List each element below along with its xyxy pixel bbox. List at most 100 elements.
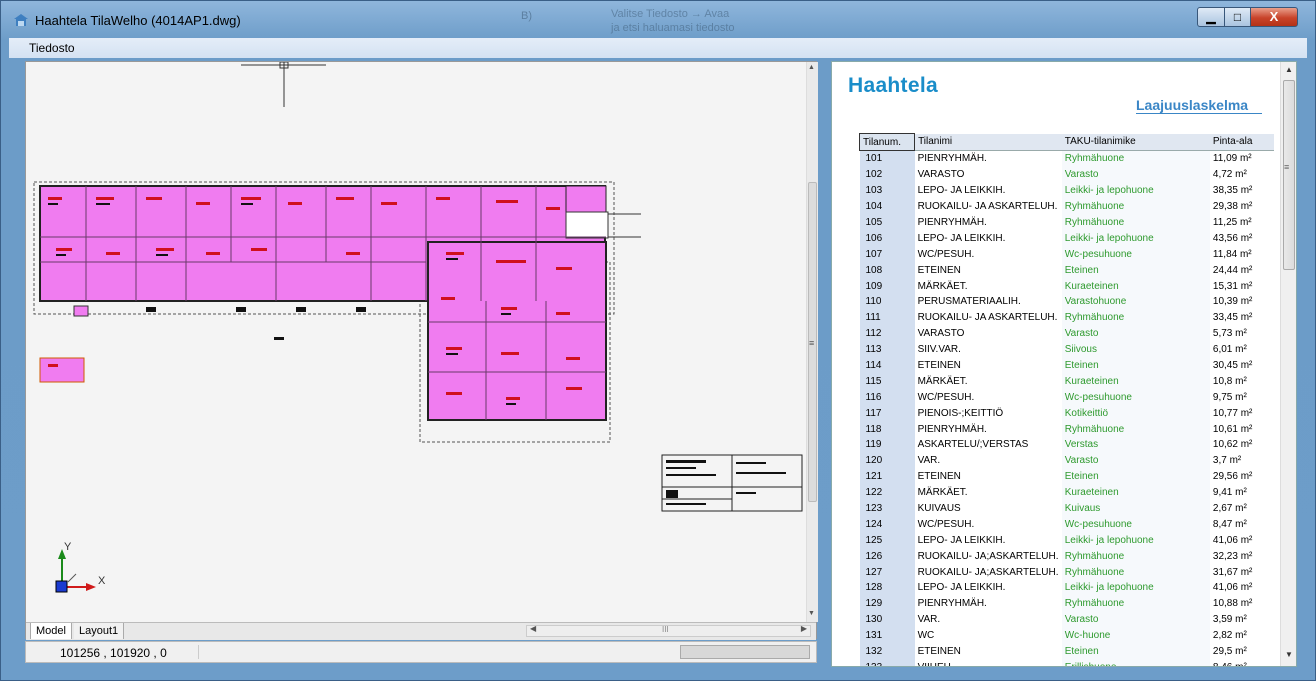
scroll-down-icon[interactable]: ▼ [808, 610, 815, 617]
table-row[interactable]: 120 VAR. Varasto 3,7 m² [859, 452, 1274, 469]
close-button[interactable]: X [1250, 7, 1298, 27]
table-row[interactable]: 132 ETEINEN Eteinen 29,5 m² [859, 643, 1274, 660]
status-divider [198, 645, 199, 659]
taku-name-cell: Leikki- ja lepohuone [1061, 580, 1210, 596]
table-row[interactable]: 124 WC/PESUH. Wc-pesuhuone 8,47 m² [859, 516, 1274, 533]
title-bar[interactable]: Haahtela TilaWelho (4014AP1.dwg) B) Vali… [1, 1, 1315, 35]
table-row[interactable]: 106 LEPO- JA LEIKKIH. Leikki- ja lepohuone… [859, 230, 1274, 247]
table-row[interactable]: 123 KUIVAUS Kuivaus 2,67 m² [859, 500, 1274, 517]
taku-name-cell: Siivous [1061, 341, 1210, 358]
crosshair-cursor [241, 62, 326, 107]
scroll-thumb[interactable] [1283, 80, 1295, 270]
tab-model[interactable]: Model [30, 623, 72, 639]
room-number-cell: 101 [859, 150, 915, 167]
table-row[interactable]: 126 RUOKAILU- JA;ASKARTELUH. Ryhmähuone 32,… [859, 548, 1274, 565]
room-name-cell: RUOKAILU- JA;ASKARTELUH. [914, 548, 1062, 565]
table-row[interactable]: 113 SIIV.VAR. Siivous 6,01 m² [859, 341, 1274, 358]
table-row[interactable]: 121 ETEINEN Eteinen 29,56 m² [859, 468, 1274, 485]
taku-name-cell: Eteinen [1061, 357, 1210, 374]
table-row[interactable]: 129 PIENRYHMÄH. Ryhmähuone 10,88 m² [859, 595, 1274, 612]
column-header-taku-name[interactable]: TAKU-tilanimike [1061, 133, 1210, 151]
room-name-cell: ETEINEN [914, 468, 1062, 485]
taku-name-cell: Eteinen [1061, 643, 1210, 660]
scroll-right-icon[interactable]: ▶ [801, 624, 807, 633]
scroll-left-icon[interactable]: ◀ [530, 624, 536, 633]
table-row[interactable]: 114 ETEINEN Eteinen 30,45 m² [859, 357, 1274, 374]
scroll-up-icon[interactable]: ▲ [808, 64, 815, 71]
table-row[interactable]: 102 VARASTO Varasto 4,72 m² [859, 166, 1274, 183]
scroll-down-icon[interactable]: ▼ [1285, 650, 1293, 659]
table-row[interactable]: 133VIIHEH.Erillishuone8,46 m² [859, 659, 1274, 666]
room-number-cell: 131 [859, 627, 915, 644]
table-row[interactable]: 104 RUOKAILU- JA ASKARTELUH. Ryhmähuone 29,… [859, 198, 1274, 215]
room-name-cell: KUIVAUS [914, 500, 1062, 517]
table-row[interactable]: 108 ETEINEN Eteinen 24,44 m² [859, 262, 1274, 279]
room-name-cell: ETEINEN [914, 262, 1062, 279]
table-row[interactable]: 122 MÄRKÄET. Kuraeteinen 9,41 m² [859, 484, 1274, 501]
table-row[interactable]: 116 WC/PESUH. Wc-pesuhuone 9,75 m² [859, 389, 1274, 406]
table-row[interactable]: 110 PERUSMATERIAALIH. Varastohuone 10,39 m² [859, 294, 1274, 310]
table-row[interactable]: 101 PIENRYHMÄH. Ryhmähuone 11,09 m² [859, 150, 1274, 167]
taku-name-cell: Kuraeteinen [1061, 373, 1210, 390]
cad-horizontal-scrollbar[interactable]: ◀ III ▶ [526, 624, 811, 637]
table-row[interactable]: 128 LEPO- JA LEIKKIH. Leikki- ja lepohuone… [859, 580, 1274, 596]
room-number-cell: 105 [859, 214, 915, 231]
tab-layout1[interactable]: Layout1 [74, 623, 125, 639]
menu-bar: Tiedosto [9, 38, 1307, 58]
table-row[interactable]: 127 RUOKAILU- JA;ASKARTELUH. Ryhmähuone 31,… [859, 564, 1274, 581]
column-header-room-name[interactable]: Tilanimi [914, 133, 1062, 151]
table-row[interactable]: 107 WC/PESUH. Wc-pesuhuone 11,84 m² [859, 246, 1274, 263]
scroll-up-icon[interactable]: ▲ [1285, 65, 1293, 74]
area-cell: 15,31 m² [1209, 278, 1274, 295]
report-scrollbar[interactable]: ▲ ≡ ▼ [1280, 62, 1296, 666]
taku-name-cell: Varasto [1061, 325, 1210, 342]
table-row[interactable]: 125 LEPO- JA LEIKKIH. Leikki- ja lepohuone… [859, 532, 1274, 549]
taku-name-cell: Ryhmähuone [1061, 548, 1210, 565]
table-row[interactable]: 131 WC Wc-huone 2,82 m² [859, 627, 1274, 644]
table-row[interactable]: 115 MÄRKÄET. Kuraeteinen 10,8 m² [859, 373, 1274, 390]
background-window-text: Valitse Tiedosto → Avaa ja etsi haluamasi… [611, 8, 735, 34]
cad-viewer[interactable]: Y X ▲ ≡ ▼ Model Layout1 ◀ III ▶ [25, 61, 818, 640]
table-row[interactable]: 118 PIENRYHMÄH. Ryhmähuone 10,61 m² [859, 421, 1274, 438]
maximize-icon: □ [1233, 10, 1242, 24]
report-panel[interactable]: Haahtela Laajuuslaskelma Tilanum. Tilani… [831, 61, 1297, 667]
taku-name-cell: Wc-huone [1061, 627, 1210, 644]
area-cell: 3,59 m² [1209, 611, 1274, 628]
area-cell: 38,35 m² [1209, 182, 1274, 199]
app-icon [14, 14, 28, 26]
room-name-cell: SIIV.VAR. [914, 341, 1062, 358]
table-row[interactable]: 130 VAR. Varasto 3,59 m² [859, 611, 1274, 628]
table-row[interactable]: 109 MÄRKÄET. Kuraeteinen 15,31 m² [859, 278, 1274, 295]
maximize-button[interactable]: □ [1224, 7, 1251, 27]
column-header-room-number[interactable]: Tilanum. [858, 133, 916, 151]
table-row[interactable]: 119 ASKARTELU/;VERSTAS Verstas 10,62 m² [859, 437, 1274, 453]
taku-name-cell: Kotikeittiö [1061, 405, 1210, 422]
menu-file[interactable]: Tiedosto [29, 41, 75, 55]
taku-name-cell: Kuraeteinen [1061, 278, 1210, 295]
room-number-cell: 127 [859, 564, 915, 581]
minimize-button[interactable]: ▁ [1197, 7, 1225, 27]
room-name-cell: PIENRYHMÄH. [914, 214, 1062, 231]
taku-name-cell: Eteinen [1061, 262, 1210, 279]
area-cell: 29,56 m² [1209, 468, 1274, 485]
column-header-area[interactable]: Pinta-ala [1209, 133, 1274, 151]
cad-vertical-scrollbar[interactable]: ▲ ≡ ▼ [806, 62, 818, 622]
scroll-grip-icon: ≡ [809, 338, 815, 348]
taku-name-cell: Verstas [1061, 437, 1210, 453]
drawing-canvas[interactable]: Y X [26, 62, 806, 622]
table-row[interactable]: 117 PIENOIS-;KEITTIÖ Kotikeittiö 10,77 m² [859, 405, 1274, 422]
table-row[interactable]: 112 VARASTO Varasto 5,73 m² [859, 325, 1274, 342]
room-name-cell: WC/PESUH. [914, 246, 1062, 263]
background-window-text: B) [521, 10, 532, 22]
status-progress-box [680, 645, 810, 659]
room-name-cell: PIENRYHMÄH. [914, 421, 1062, 438]
room-number-cell: 106 [859, 230, 915, 247]
taku-name-cell: Leikki- ja lepohuone [1061, 182, 1210, 199]
room-name-cell: MÄRKÄET. [914, 278, 1062, 295]
room-name-cell: VIIHEH. [914, 659, 1062, 666]
table-row[interactable]: 111 RUOKAILU- JA ASKARTELUH. Ryhmähuone 33,… [859, 309, 1274, 326]
room-name-cell: PERUSMATERIAALIH. [914, 294, 1062, 310]
table-row[interactable]: 103 LEPO- JA LEIKKIH. Leikki- ja lepohuone… [859, 182, 1274, 199]
table-row[interactable]: 105 PIENRYHMÄH. Ryhmähuone 11,25 m² [859, 214, 1274, 231]
room-number-cell: 113 [859, 341, 915, 358]
